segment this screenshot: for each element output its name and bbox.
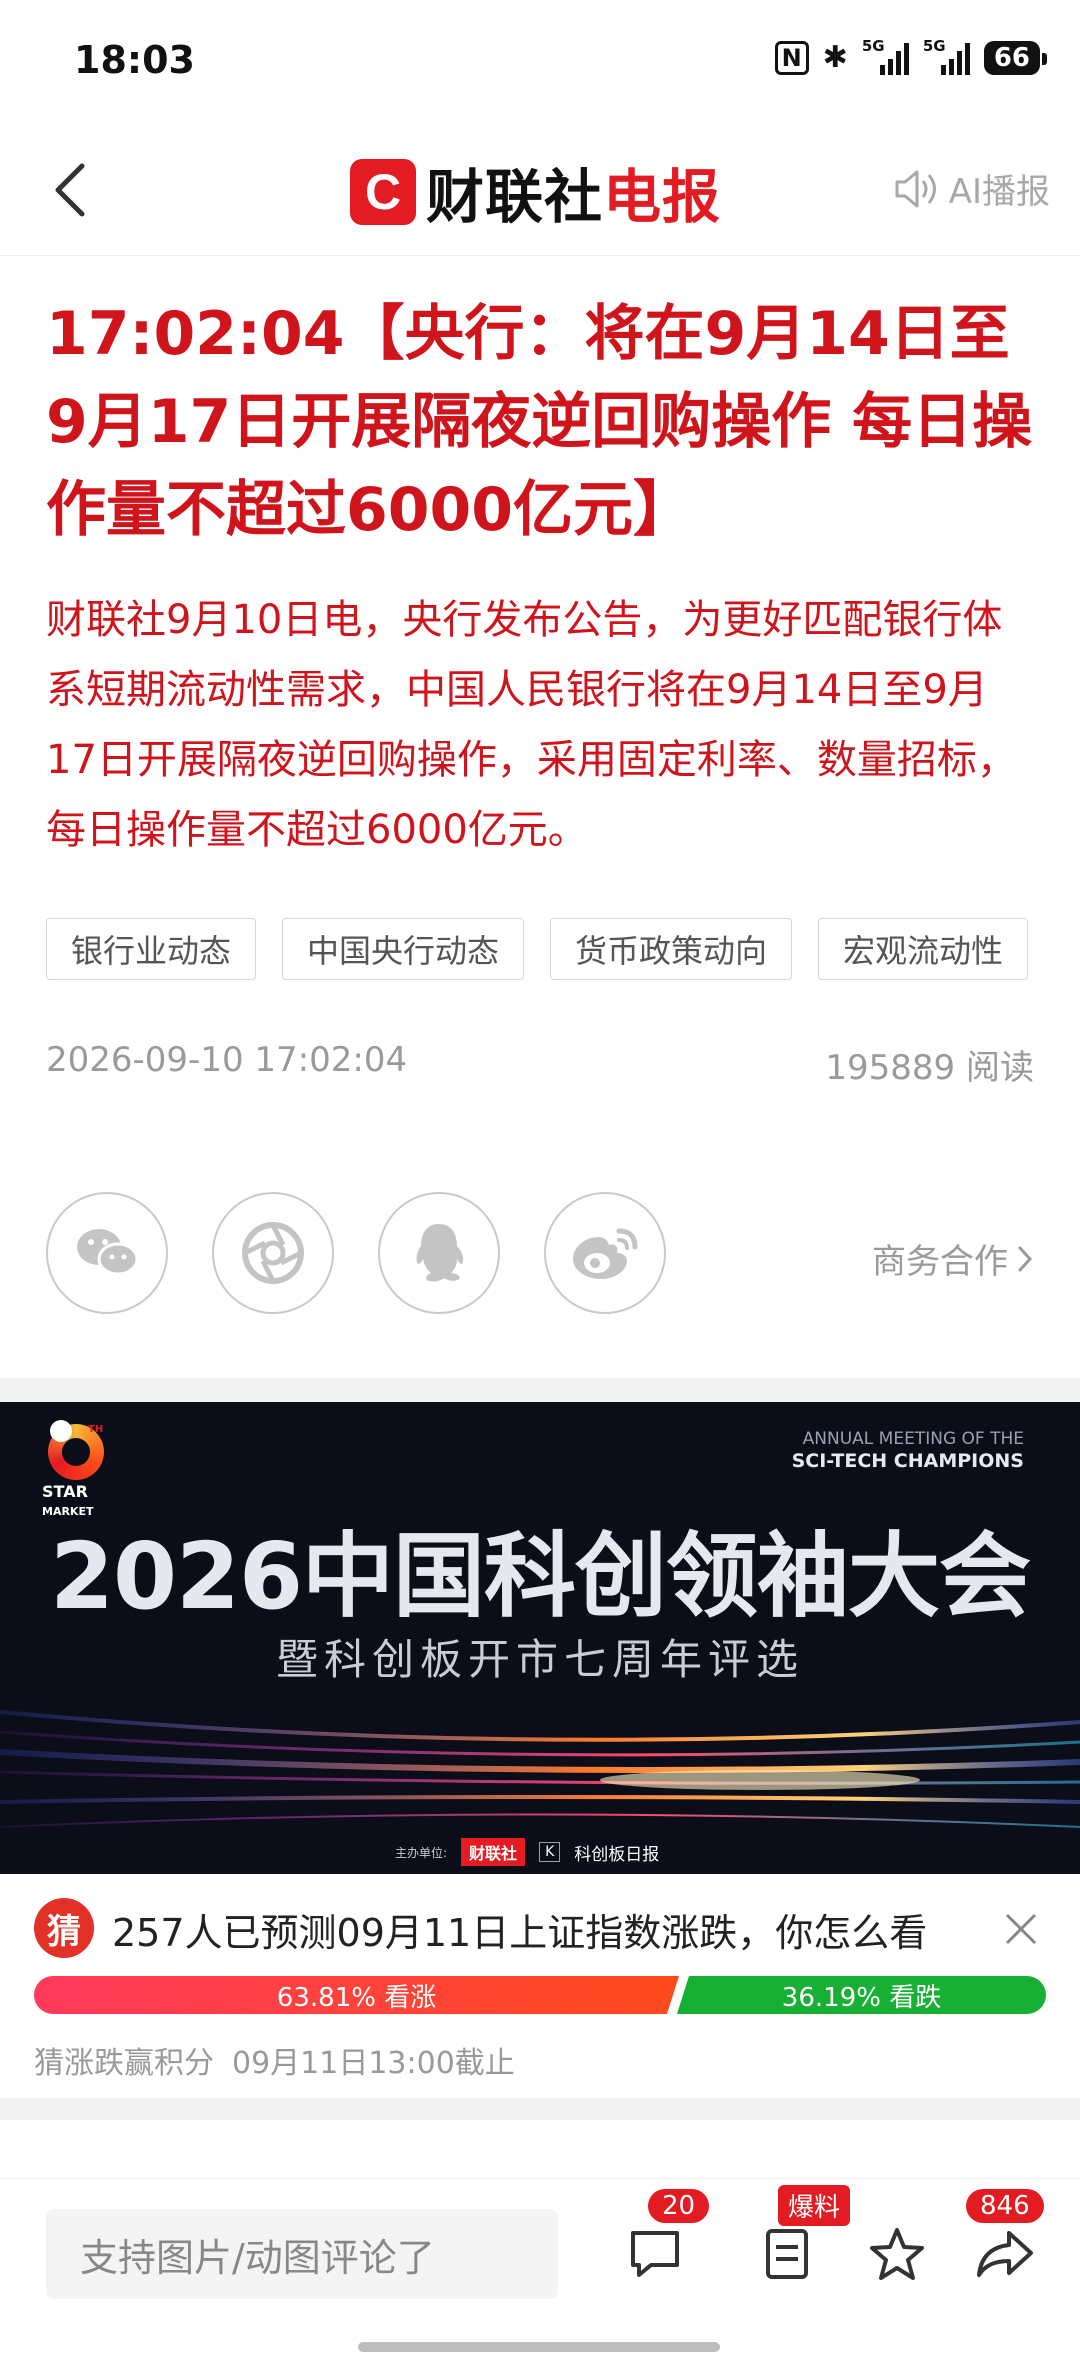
tag[interactable]: 货币政策动向 xyxy=(550,918,793,980)
star-label-1: STAR xyxy=(42,1482,88,1501)
banner-en-line1: ANNUAL MEETING OF THE xyxy=(802,1429,1024,1449)
logo-text: 财联社电报 xyxy=(426,150,721,234)
logo-text-red: 电报 xyxy=(603,163,722,231)
signal-icon: 5G xyxy=(923,37,970,75)
prediction-deadline: 09月11日13:00截止 xyxy=(232,2046,515,2081)
vote-down-button[interactable]: 36.19% 看跌 xyxy=(677,1976,1046,2014)
document-icon xyxy=(766,2229,808,2279)
status-time: 18:03 xyxy=(74,38,195,82)
status-bar: 18:03 N ✱ 5G 5G 66 xyxy=(0,0,1080,126)
comments-button[interactable]: 20 xyxy=(620,2189,710,2289)
weibo-icon xyxy=(573,1228,638,1279)
logo-text-black: 财联社 xyxy=(426,163,604,231)
article-summary: 财联社9月10日电，央行发布公告，为更好匹配银行体系短期流动性需求，中国人民银行… xyxy=(46,597,1017,853)
qq-icon xyxy=(416,1224,464,1282)
tag-list: 银行业动态 中国央行动态 货币政策动向 宏观流动性 xyxy=(46,918,1029,980)
banner-english-title: ANNUAL MEETING OF THE SCI-TECH CHAMPIONS xyxy=(792,1428,1024,1473)
comment-count-badge: 20 xyxy=(648,2189,710,2223)
tag[interactable]: 银行业动态 xyxy=(46,918,257,980)
tag[interactable]: 宏观流动性 xyxy=(818,918,1029,980)
article-headline: 17:02:04【央行：将在9月14日至9月17日开展隔夜逆回购操作 每日操作量… xyxy=(46,299,1033,545)
share-button[interactable]: 846 xyxy=(966,2189,1044,2289)
favorite-button[interactable] xyxy=(862,2219,932,2289)
event-banner[interactable]: TH STAR MARKET ANNUAL MEETING OF THE SCI… xyxy=(0,1402,1080,1874)
signal-label: 5G xyxy=(861,36,885,55)
scoop-button[interactable]: 爆料 xyxy=(752,2185,851,2289)
prediction-question[interactable]: 257人已预测09月11日上证指数涨跌，你怎么看 xyxy=(112,1902,927,1957)
scoop-badge: 爆料 xyxy=(778,2185,851,2226)
chevron-left-icon xyxy=(55,163,85,217)
read-count: 195889 阅读 xyxy=(825,1048,1034,1088)
banner-sponsor: 主办单位: 财联社 K 科创板日报 xyxy=(395,1838,659,1866)
bottom-action-bar: 支持图片/动图评论了 20 爆料 846 xyxy=(0,2178,1080,2308)
signal-icon: 5G xyxy=(862,37,909,75)
close-icon xyxy=(1005,1913,1037,1945)
share-qq-button[interactable] xyxy=(378,1192,500,1314)
share-row xyxy=(46,1192,666,1314)
moments-icon xyxy=(242,1222,304,1284)
bluetooth-icon: ✱ xyxy=(822,40,848,75)
status-icons: N ✱ 5G 5G 66 xyxy=(774,37,1048,75)
business-cooperation-link[interactable]: 商务合作 xyxy=(872,1234,1034,1283)
publish-date: 2026-09-10 17:02:04 xyxy=(46,1040,408,1080)
share-count-badge: 846 xyxy=(966,2189,1044,2223)
back-button[interactable] xyxy=(40,160,100,220)
app-header: C 财联社电报 AI播报 xyxy=(0,126,1080,256)
business-cooperation-label: 商务合作 xyxy=(872,1242,1008,1282)
close-button[interactable] xyxy=(996,1904,1046,1954)
signal-label: 5G xyxy=(922,36,946,55)
sponsor-cls-logo: 财联社 xyxy=(461,1838,526,1866)
share-weibo-button[interactable] xyxy=(544,1192,666,1314)
banner-subtitle: 暨科创板开市七周年评选 xyxy=(275,1635,804,1684)
star-icon xyxy=(870,2228,924,2280)
speaker-icon xyxy=(895,170,936,207)
guess-badge: 猜 xyxy=(34,1898,94,1958)
chevron-right-icon xyxy=(1018,1246,1033,1271)
comment-icon xyxy=(631,2231,679,2277)
share-moments-button[interactable] xyxy=(212,1192,334,1314)
nfc-icon: N xyxy=(774,40,809,75)
section-divider xyxy=(0,1378,1080,1402)
ai-broadcast-label: AI播报 xyxy=(948,172,1050,212)
app-logo: C 财联社电报 xyxy=(350,150,721,234)
wechat-icon xyxy=(77,1229,139,1276)
banner-title: 2026中国科创领袖大会 xyxy=(49,1523,1031,1630)
home-indicator[interactable] xyxy=(358,2342,720,2352)
star-th: TH xyxy=(88,1424,104,1435)
prediction-bar: 63.81% 看涨 36.19% 看跌 xyxy=(34,1976,1046,2014)
logo-mark: C xyxy=(350,159,416,225)
section-divider xyxy=(0,2098,1080,2120)
tag[interactable]: 中国央行动态 xyxy=(282,918,525,980)
vote-up-button[interactable]: 63.81% 看涨 xyxy=(34,1976,679,2014)
share-arrow-icon xyxy=(977,2231,1033,2277)
battery-icon: 66 xyxy=(983,40,1048,75)
sponsor-prefix: 主办单位: xyxy=(395,1845,448,1860)
share-wechat-button[interactable] xyxy=(46,1192,168,1314)
prediction-card: 猜 257人已预测09月11日上证指数涨跌，你怎么看 63.81% 看涨 36.… xyxy=(0,1874,1080,2098)
sponsor-kcb-name: 科创板日报 xyxy=(574,1844,660,1865)
banner-en-line2: SCI-TECH CHAMPIONS xyxy=(791,1450,1024,1472)
prediction-reward-text: 猜涨跌赢积分 xyxy=(34,2046,214,2081)
ai-broadcast-button[interactable]: AI播报 xyxy=(893,164,1050,213)
comment-input[interactable]: 支持图片/动图评论了 xyxy=(46,2209,558,2299)
prediction-footer: 猜涨跌赢积分 09月11日13:00截止 xyxy=(34,2038,533,2082)
sponsor-kcb-icon: K xyxy=(539,1842,561,1862)
